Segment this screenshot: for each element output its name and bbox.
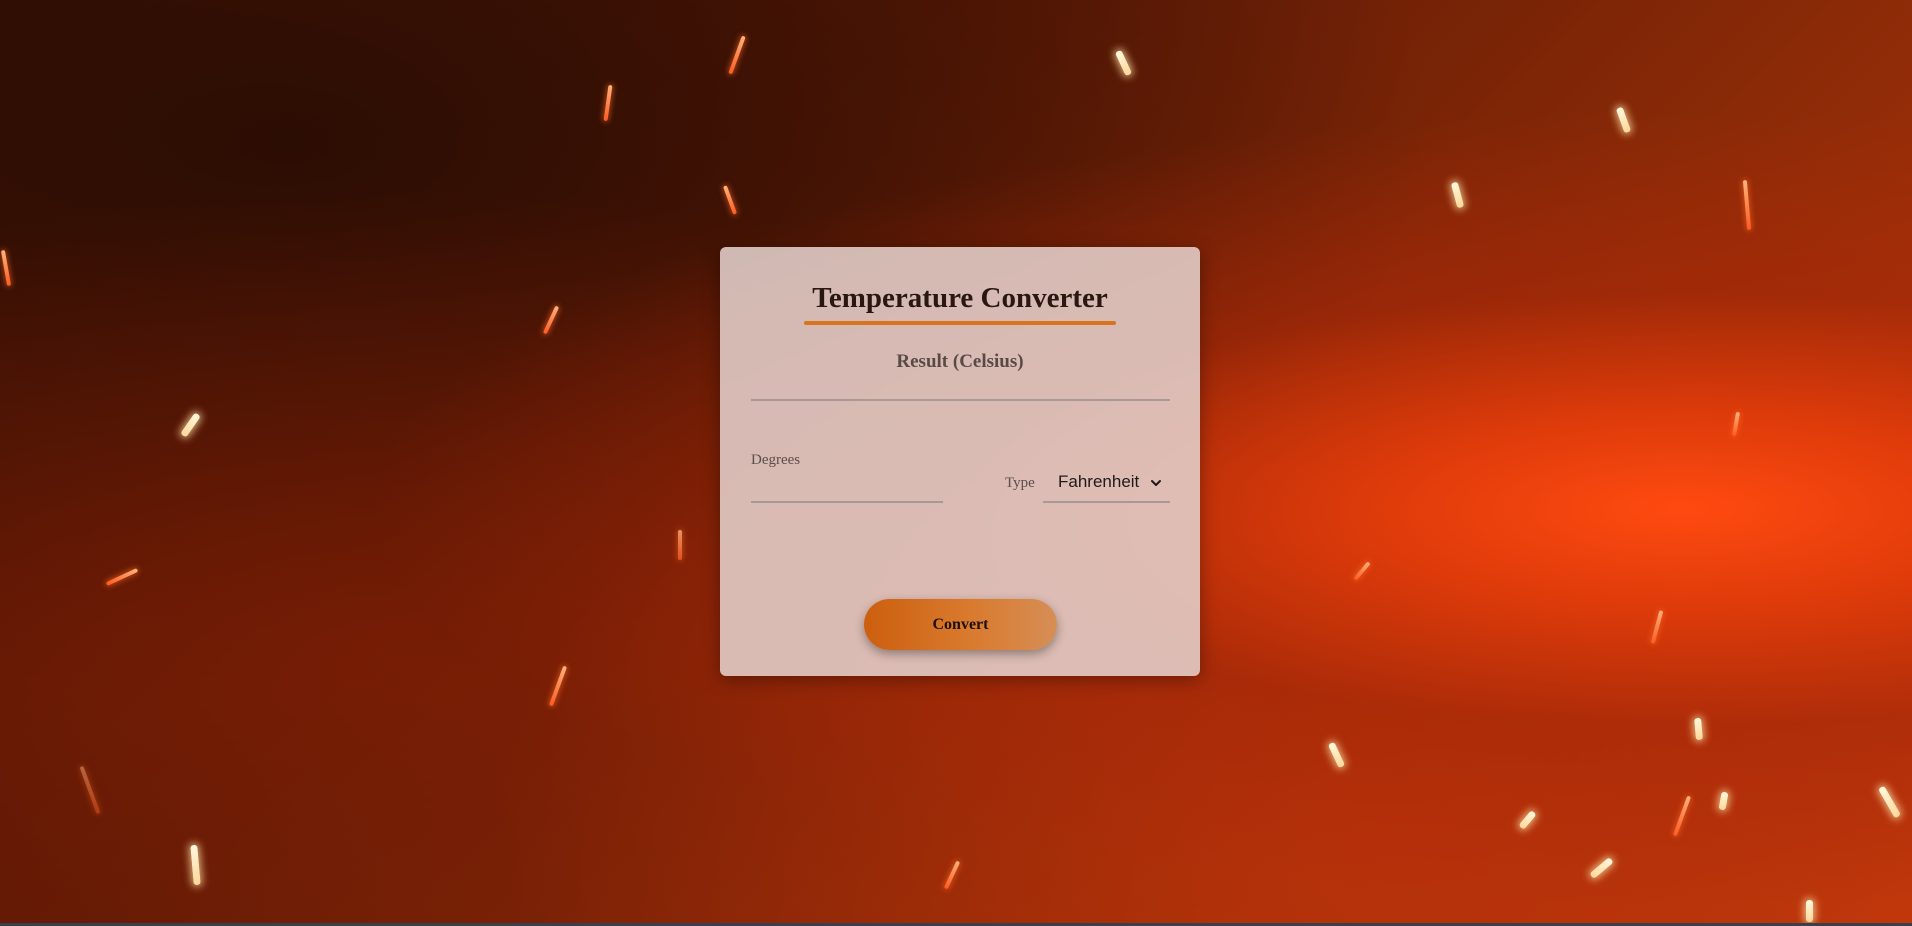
spark — [1615, 106, 1632, 134]
spark — [180, 412, 201, 438]
spark — [1114, 49, 1133, 77]
spark — [1877, 785, 1902, 819]
spark — [190, 844, 201, 886]
spark — [1450, 181, 1465, 209]
spark — [1694, 717, 1703, 741]
spark — [1589, 856, 1614, 880]
spark — [548, 665, 568, 707]
spark — [1353, 561, 1371, 581]
spark — [603, 84, 613, 122]
spark — [1672, 795, 1692, 837]
spark — [1718, 791, 1729, 811]
spark — [1742, 179, 1752, 231]
spark — [722, 185, 738, 215]
spark — [943, 860, 961, 890]
title-underline — [804, 321, 1116, 325]
spark — [105, 568, 139, 586]
result-label: Result (Celsius) — [896, 351, 1024, 372]
chevron-down-icon — [1151, 480, 1161, 486]
spark — [678, 530, 682, 560]
page-title: Temperature Converter — [812, 282, 1108, 314]
type-select-value: Fahrenheit — [1058, 472, 1140, 491]
spark — [1327, 741, 1346, 769]
spark — [1518, 810, 1537, 830]
spark — [542, 305, 560, 335]
degrees-input[interactable] — [751, 469, 943, 503]
spark — [728, 35, 746, 75]
convert-button[interactable]: Convert — [864, 599, 1057, 650]
degrees-label: Degrees — [751, 452, 801, 468]
spark — [79, 765, 101, 815]
type-label: Type — [1005, 475, 1035, 491]
spark — [1806, 900, 1813, 922]
result-output — [751, 399, 1170, 401]
spark — [1650, 610, 1664, 644]
type-select[interactable]: Fahrenheit — [1043, 465, 1170, 503]
spark — [0, 249, 12, 287]
spark — [1731, 411, 1741, 437]
converter-card: Temperature Converter Result (Celsius) D… — [720, 247, 1200, 676]
